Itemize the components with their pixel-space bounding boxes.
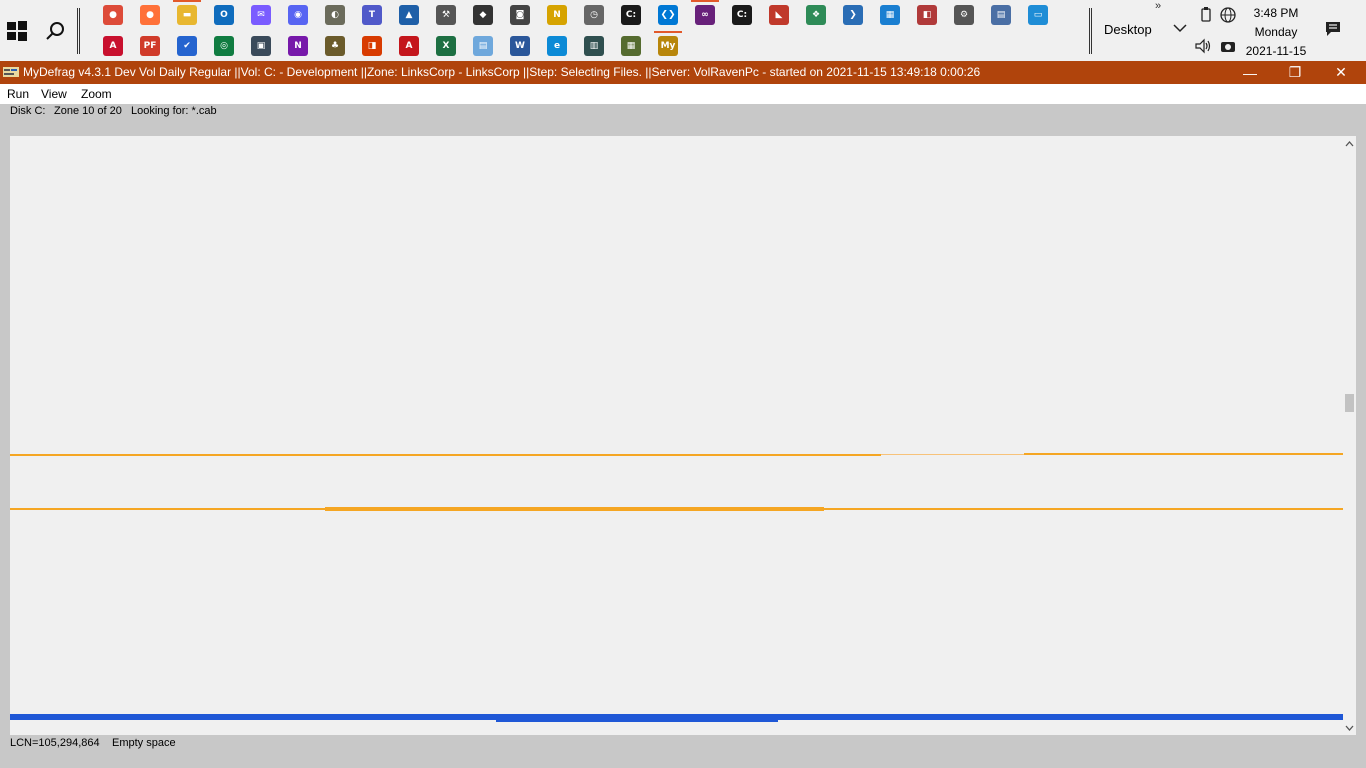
vertical-scrollbar[interactable] — [1343, 136, 1356, 735]
disk-map[interactable] — [10, 136, 1343, 735]
notepad-icon[interactable]: N — [547, 5, 567, 25]
office-icon[interactable]: ◨ — [362, 36, 382, 56]
menu-bar: Run View Zoom — [0, 84, 1366, 104]
windows-tool-icon[interactable]: ❖ — [806, 5, 826, 25]
cmd-icon[interactable]: C: — [621, 5, 641, 25]
taskbar-separator — [77, 8, 80, 54]
disk-map-fragment — [10, 714, 496, 720]
clock-date: 2021-11-15 — [1245, 44, 1307, 58]
disk-map-fragment — [325, 507, 824, 511]
acrobat-icon[interactable]: A — [399, 36, 419, 56]
windows-start-icon[interactable] — [6, 20, 28, 42]
disk-map-fragment — [778, 714, 1343, 720]
scroll-up-icon[interactable] — [1343, 138, 1356, 151]
tool-icon[interactable]: ⚒ — [436, 5, 456, 25]
photos-icon[interactable]: ▲ — [399, 5, 419, 25]
teams-icon[interactable]: T — [362, 5, 382, 25]
usb-icon[interactable] — [1197, 6, 1215, 24]
status-zone: Zone 10 of 20 — [54, 105, 122, 117]
discord-icon[interactable]: ◉ — [288, 5, 308, 25]
menu-run[interactable]: Run — [7, 87, 29, 101]
clock-time: 3:48 PM — [1253, 6, 1299, 20]
status-bar-top: Disk C: Zone 10 of 20 Looking for: *.cab — [0, 104, 1366, 136]
taskbar-separator — [1089, 8, 1092, 54]
globe-icon[interactable] — [1219, 6, 1237, 24]
todo-icon[interactable]: ✔ — [177, 36, 197, 56]
disk-map-fragment — [10, 454, 881, 456]
menu-view[interactable]: View — [41, 87, 67, 101]
disk-map-fragment — [881, 454, 1024, 455]
outlook-icon[interactable]: O — [214, 5, 234, 25]
calc-icon[interactable]: ▦ — [621, 36, 641, 56]
edge-icon[interactable]: e — [547, 36, 567, 56]
camera-icon[interactable]: ◙ — [510, 5, 530, 25]
minimize-button[interactable]: — — [1227, 61, 1273, 84]
status-cluster-state: Empty space — [112, 737, 176, 749]
disk-map-fragment — [496, 714, 778, 722]
clock[interactable]: 3:48 PM Monday 2021-11-15 — [1244, 4, 1308, 61]
gimp-icon[interactable]: ◐ — [325, 5, 345, 25]
mydefrag-icon[interactable]: My — [654, 31, 682, 56]
remote-icon[interactable]: ◧ — [917, 5, 937, 25]
camera-tray-icon[interactable] — [1219, 37, 1237, 55]
chevron-down-icon[interactable] — [1172, 20, 1188, 36]
taskbar: ● ● ▬ O ✉ ◉ ◐ T ▲ ⚒ ◆ ◙ N ◷ C: ❮❯ ∞ C: ◣ ❖ ❯ ▦ ◧ ⚙ ▤ ▭ A PF ✔ ◎ ▣ N ♣ ◨ A… — [0, 0, 1366, 61]
settings-tool-icon[interactable]: ◆ — [473, 5, 493, 25]
notification-icon[interactable] — [1324, 20, 1342, 38]
overflow-chevron-icon[interactable]: » — [1155, 0, 1161, 12]
bookmark-icon[interactable]: ◣ — [769, 5, 789, 25]
mydefrag-app-icon — [3, 67, 19, 77]
disk-map-fragment — [1024, 453, 1343, 455]
firefox-icon[interactable]: ● — [140, 5, 160, 25]
clock-day: Monday — [1254, 25, 1298, 39]
speaker-icon[interactable] — [1194, 37, 1212, 55]
palm-icon[interactable]: ♣ — [325, 36, 345, 56]
vscode-icon[interactable]: ❮❯ — [658, 5, 678, 25]
amd-icon[interactable]: A — [103, 36, 123, 56]
display-icon[interactable]: ▣ — [251, 36, 271, 56]
powershell-icon[interactable]: ❯ — [843, 5, 863, 25]
close-button[interactable]: ✕ — [1318, 61, 1364, 84]
scrollbar-thumb[interactable] — [1345, 394, 1354, 412]
scroll-down-icon[interactable] — [1343, 721, 1356, 734]
green-app-icon[interactable]: ◎ — [214, 36, 234, 56]
server-manager-icon[interactable]: ▤ — [991, 5, 1011, 25]
excel-icon[interactable]: X — [436, 36, 456, 56]
chrome-icon[interactable]: ● — [103, 5, 123, 25]
disk-map-fragment — [824, 508, 1343, 510]
visual-studio-icon[interactable]: ∞ — [691, 0, 719, 25]
desktop-toolbar-label[interactable]: Desktop — [1104, 22, 1152, 37]
disk-map-fragment — [10, 508, 325, 510]
search-icon[interactable] — [44, 20, 66, 42]
window-titlebar[interactable]: MyDefrag v4.3.1 Dev Vol Daily Regular ||… — [0, 61, 1366, 84]
onenote-icon[interactable]: N — [288, 36, 308, 56]
gear-icon[interactable]: ⚙ — [954, 5, 974, 25]
status-bar-bottom: LCN=105,294,864 Empty space — [0, 735, 1366, 768]
word-icon[interactable]: W — [510, 36, 530, 56]
video-icon[interactable]: ▥ — [584, 36, 604, 56]
status-looking-for: Looking for: *.cab — [131, 105, 217, 117]
messenger-icon[interactable]: ✉ — [251, 5, 271, 25]
clock-icon[interactable]: ◷ — [584, 5, 604, 25]
menu-zoom[interactable]: Zoom — [81, 87, 112, 101]
notepad2-icon[interactable]: ▤ — [473, 36, 493, 56]
status-lcn: LCN=105,294,864 — [10, 737, 100, 749]
status-disk: Disk C: — [10, 105, 46, 117]
restore-button[interactable]: ❐ — [1272, 61, 1318, 84]
remote-desktop-icon[interactable]: ▭ — [1028, 5, 1048, 25]
terminal-icon[interactable]: C: — [732, 5, 752, 25]
pdf-icon[interactable]: PF — [140, 36, 160, 56]
network-icon[interactable]: ▦ — [880, 5, 900, 25]
file-explorer-icon[interactable]: ▬ — [173, 0, 201, 25]
window-title: MyDefrag v4.3.1 Dev Vol Daily Regular ||… — [23, 65, 981, 79]
